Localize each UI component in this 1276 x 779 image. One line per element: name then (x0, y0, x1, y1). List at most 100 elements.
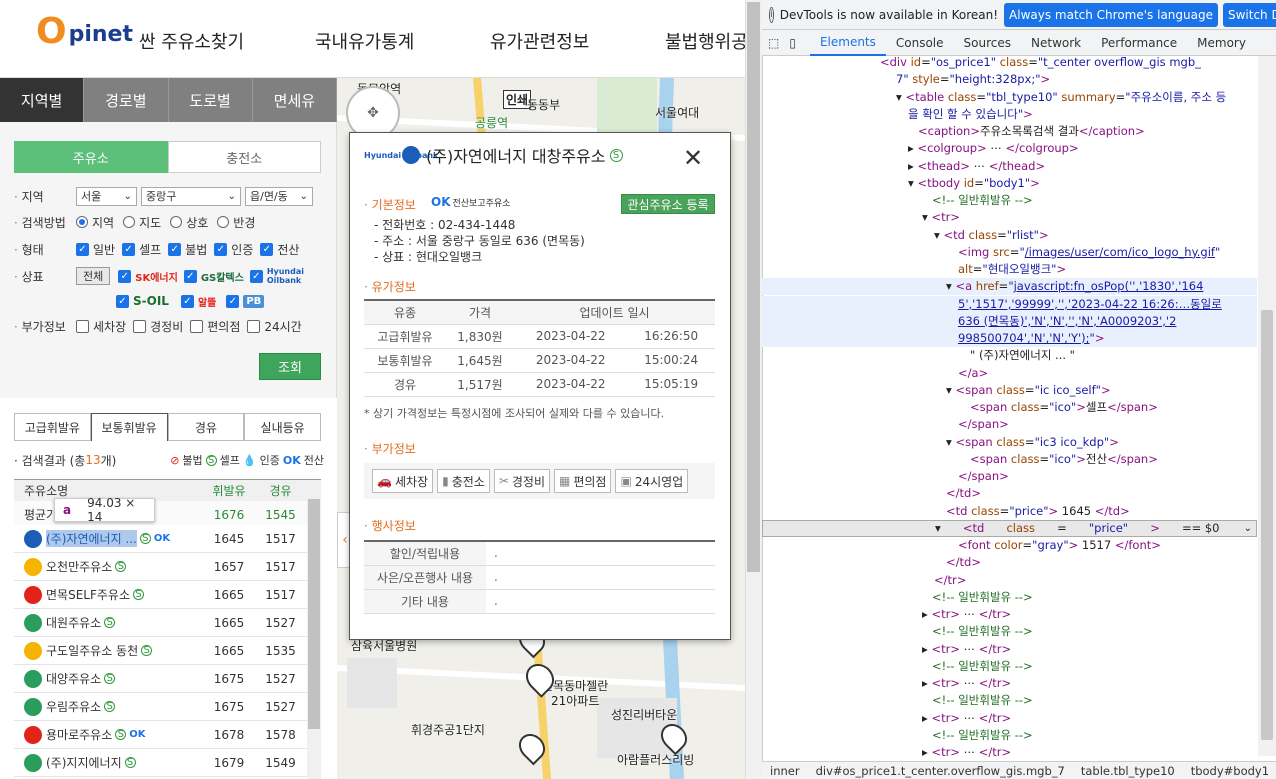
radio-icon[interactable] (76, 216, 88, 228)
station-name-link[interactable]: 우림주유소 (46, 698, 101, 715)
dom-tree-node[interactable]: 998500704','N','N','Y');"> (762, 330, 1257, 347)
gugun-select[interactable]: 중랑구 (141, 186, 241, 206)
tab-taxfree[interactable]: 면세유 (252, 78, 337, 122)
list-item[interactable]: (주)자연에너지 ... S OK 1645 1517 (14, 525, 307, 553)
station-name-link[interactable]: 대양주유소 (46, 670, 101, 687)
brand-hd-checkbox[interactable]: ✓ (249, 269, 263, 283)
tab-road[interactable]: 도로별 (168, 78, 253, 122)
dong-select[interactable]: 읍/면/동 (245, 186, 313, 206)
radio-icon[interactable] (123, 216, 136, 228)
dom-tree-node[interactable]: </tr> (762, 572, 1257, 589)
dom-tree-node[interactable]: <!-- 일반휘발유 --> (762, 692, 1257, 709)
dom-tree-node[interactable]: ▾ <td class = "price" > == $0 (762, 519, 1257, 537)
station-name-link[interactable]: (주)지지에너지 (46, 754, 122, 771)
dom-tree-node[interactable]: </td> (762, 554, 1257, 571)
favorite-station-button[interactable]: 관심주유소 등록 (621, 194, 715, 214)
tab-gas-station[interactable]: 주유소 (14, 141, 168, 173)
tab-sources[interactable]: Sources (954, 30, 1021, 56)
list-item[interactable]: 오천만주유소 S 1657 1517 (14, 553, 307, 581)
tab-kerosene[interactable]: 실내등유 (244, 413, 321, 441)
dom-tree-node[interactable]: 7" style="height:328px;"> (762, 71, 1257, 88)
dom-tree-node[interactable]: ▾ <span class="ic ico_self"> (762, 382, 1257, 399)
dom-tree-node[interactable]: ▸ <tr> ⋯ </tr> (762, 744, 1257, 761)
dom-tree-node[interactable]: ▸ <tr> ⋯ </tr> (762, 675, 1257, 692)
nav-price-info[interactable]: 유가관련정보 (490, 28, 589, 54)
page-scroll-thumb[interactable] (747, 2, 760, 572)
brand-gs-checkbox[interactable]: ✓ (183, 269, 197, 283)
type-normal[interactable]: ✓ 일반 (76, 241, 115, 258)
tab-memory[interactable]: Memory (1187, 30, 1256, 56)
tab-regular[interactable]: 보통휘발유 (90, 413, 168, 441)
dom-tree-node[interactable]: alt="현대오일뱅크"> (762, 261, 1257, 278)
switch-devtools-button[interactable]: Switch DevTools (1222, 2, 1276, 27)
extra-24h[interactable]: 24시간 (247, 318, 302, 335)
tab-route[interactable]: 경로별 (84, 78, 169, 122)
radio-icon[interactable] (217, 216, 230, 228)
dom-tree-node[interactable]: ▸ <tr> ⋯ </tr> (762, 641, 1257, 658)
extra-convenience[interactable]: 편의점 (190, 318, 240, 335)
brand-pb-checkbox[interactable]: ✓ (226, 294, 240, 308)
sido-select[interactable]: 서울 (76, 186, 137, 206)
inspect-icon[interactable]: ⬚ (762, 30, 785, 56)
nav-illegal[interactable]: 불법행위공 (665, 28, 745, 54)
list-scroll-thumb[interactable] (308, 499, 320, 729)
tab-network[interactable]: Network (1021, 30, 1091, 56)
dom-tree-node[interactable]: ▸ <colgroup> ⋯ </colgroup> (762, 140, 1257, 157)
dom-tree-node[interactable]: <td class="price"> 1645 </td> (762, 503, 1257, 520)
station-name-link[interactable]: 오천만주유소 (46, 558, 112, 575)
dom-tree-node[interactable]: ▾ <td class="rlist"> (762, 227, 1257, 244)
list-item[interactable]: 면목SELF주유소 S 1665 1517 (14, 581, 307, 609)
nav-domestic-stats[interactable]: 국내유가통계 (315, 28, 414, 54)
list-item[interactable]: (주)지지에너지 S 1679 1549 (14, 749, 307, 777)
method-radius[interactable]: 반경 (217, 214, 255, 231)
dom-tree-node[interactable]: <!-- 일반휘발유 --> (762, 658, 1257, 675)
tab-console[interactable]: Console (886, 30, 954, 56)
method-region[interactable]: 지역 (76, 214, 114, 231)
dom-tree-node[interactable]: ▸ <tr> ⋯ </tr> (762, 710, 1257, 727)
list-item[interactable]: 구도일주유소 동천 S 1665 1535 (14, 637, 307, 665)
checkbox-icon[interactable] (247, 319, 261, 333)
tab-diesel[interactable]: 경유 (167, 413, 245, 441)
dom-tree-node[interactable]: 을 확인 할 수 있습니다"> (762, 106, 1257, 123)
dom-tree-node[interactable]: </span> (762, 468, 1257, 485)
dom-tree-node[interactable]: ▸ <thead> ⋯ </thead> (762, 158, 1257, 175)
list-item[interactable]: 대원주유소 S 1665 1527 (14, 609, 307, 637)
list-item[interactable]: 우림주유소 S 1675 1527 (14, 693, 307, 721)
tab-charging-station[interactable]: 충전소 (167, 141, 321, 173)
extra-maintenance[interactable]: 경정비 (133, 318, 183, 335)
station-name-link[interactable]: 구도일주유소 동천 (46, 642, 138, 659)
dom-tree-node[interactable]: ▾ <tr> (762, 209, 1257, 226)
brand-al-checkbox[interactable]: ✓ (180, 294, 194, 308)
checkbox-icon[interactable]: ✓ (260, 242, 274, 256)
checkbox-icon[interactable] (190, 319, 204, 333)
tab-region[interactable]: 지역별 (0, 78, 85, 122)
dom-tree-node[interactable]: <!-- 일반휘발유 --> (762, 727, 1257, 744)
list-item[interactable]: 대양주유소 S 1675 1527 (14, 665, 307, 693)
search-button[interactable]: 조회 (259, 353, 321, 380)
dom-tree-node[interactable]: <span class="ico">셀프</span> (762, 399, 1257, 416)
brand-soil-checkbox[interactable]: ✓ (116, 294, 129, 308)
checkbox-icon[interactable]: ✓ (76, 242, 89, 256)
checkbox-icon[interactable]: ✓ (214, 242, 228, 256)
station-name-link[interactable]: (주)자연에너지 ... (46, 530, 137, 547)
brand-sk-checkbox[interactable]: ✓ (118, 269, 132, 283)
checkbox-icon[interactable] (76, 319, 89, 333)
dom-tree-node[interactable]: <img src="/images/user/com/ico_logo_hy.g… (762, 244, 1257, 261)
station-name-link[interactable]: 대원주유소 (46, 614, 101, 631)
method-name[interactable]: 상호 (170, 214, 208, 231)
checkbox-icon[interactable]: ✓ (122, 242, 136, 256)
type-computerized[interactable]: ✓ 전산 (260, 241, 299, 258)
opinet-logo[interactable]: Opinet (36, 14, 133, 50)
dom-tree-node[interactable]: ▸ <tr> ⋯ </tr> (762, 606, 1257, 623)
dom-tree-node[interactable]: </a> (762, 365, 1257, 382)
dom-tree-node[interactable]: </td> (762, 485, 1257, 502)
dom-tree-node[interactable]: ▾ <span class="ic3 ico_kdp"> (762, 434, 1257, 451)
dom-tree-node[interactable]: <!-- 일반휘발유 --> (762, 589, 1257, 606)
nav-cheap-station[interactable]: 싼 주유소찾기 (139, 28, 244, 54)
dom-tree-node[interactable]: ▾ <table class="tbl_type10" summary="주유소… (762, 89, 1257, 106)
tab-elements[interactable]: Elements (809, 30, 886, 56)
crumb[interactable]: tbody#body1 (1191, 764, 1269, 778)
close-icon[interactable]: ✕ (682, 146, 704, 170)
station-name-link[interactable]: 면목SELF주유소 (46, 586, 130, 603)
station-name-link[interactable]: 용마로주유소 (46, 726, 112, 743)
